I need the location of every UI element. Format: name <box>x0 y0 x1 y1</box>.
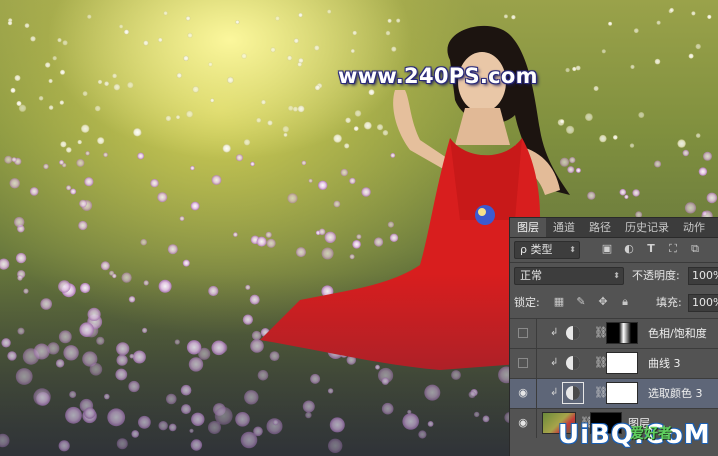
shape-icon[interactable]: ⛶ <box>666 242 680 256</box>
clip-arrow-icon: ↲ <box>550 327 559 338</box>
layer-name[interactable]: 色相/饱和度 <box>648 319 707 348</box>
clip-arrow-icon: ↲ <box>550 357 559 368</box>
layer-mask-thumbnail[interactable] <box>606 352 638 374</box>
lock-all-icon[interactable]: 🔒︎ <box>618 295 632 309</box>
lock-move-icon[interactable]: ✥ <box>596 295 610 309</box>
chevron-down-icon: ⬍ <box>613 271 620 280</box>
eye-icon[interactable]: ◉ <box>517 417 529 429</box>
opacity-label: 不透明度: <box>632 269 680 282</box>
tab-layers[interactable]: 图层 <box>510 218 546 237</box>
tab-channels[interactable]: 通道 <box>546 218 582 237</box>
visibility-cell[interactable] <box>510 349 537 378</box>
panel-tabs: 图层 通道 路径 历史记录 动作 <box>510 218 718 238</box>
eye-icon[interactable]: ◉ <box>517 387 529 399</box>
tab-actions[interactable]: 动作 <box>676 218 712 237</box>
blend-mode-value: 正常 <box>520 269 542 282</box>
lock-row: 锁定: ▦ ✎ ✥ 🔒︎ 填充: 100% <box>510 294 718 314</box>
visibility-off-box[interactable] <box>518 328 528 338</box>
blend-row: 正常 ⬍ 不透明度: 100% <box>510 265 718 287</box>
layer-row-selective-color[interactable]: ◉ ↲ ⛓ 选取颜色 3 <box>510 378 718 408</box>
blend-mode-select[interactable]: 正常 ⬍ <box>514 267 624 285</box>
tab-history[interactable]: 历史记录 <box>618 218 676 237</box>
uibq-watermark-sub: 爱好者 <box>630 426 672 442</box>
adjustment-icon[interactable]: ◐ <box>622 242 636 256</box>
visibility-cell[interactable]: ◉ <box>510 409 537 438</box>
layer-name[interactable]: 选取颜色 3 <box>648 379 703 408</box>
layer-mask-thumbnail[interactable] <box>606 322 638 344</box>
layer-filter-select[interactable]: ρ 类型 ⬍ <box>514 241 580 259</box>
type-icon[interactable]: T <box>644 242 658 256</box>
lock-transparent-icon[interactable]: ▦ <box>552 295 566 309</box>
visibility-cell[interactable]: ◉ <box>510 379 537 408</box>
adjustment-layer-icon <box>566 356 580 370</box>
clip-arrow-icon: ↲ <box>550 387 559 398</box>
adjustment-layer-icon <box>562 382 584 404</box>
filter-row: ρ 类型 ⬍ ▣ ◐ T ⛶ ⧉ <box>510 239 718 261</box>
filter-select-label: ρ 类型 <box>520 243 553 256</box>
image-icon[interactable]: ▣ <box>600 242 614 256</box>
opacity-input[interactable]: 100% <box>688 267 718 285</box>
lock-label: 锁定: <box>514 296 540 309</box>
visibility-cell[interactable] <box>510 319 537 348</box>
lock-brush-icon[interactable]: ✎ <box>574 295 588 309</box>
layer-row-hue-saturation[interactable]: ↲ ⛓ 色相/饱和度 <box>510 318 718 348</box>
fill-input[interactable]: 100% <box>688 294 718 312</box>
divider <box>510 262 718 263</box>
layer-row-curves[interactable]: ↲ ⛓ 曲线 3 <box>510 348 718 378</box>
layer-name[interactable]: 曲线 3 <box>648 349 681 378</box>
chevron-down-icon: ⬍ <box>569 245 576 254</box>
layer-mask-thumbnail[interactable] <box>606 382 638 404</box>
fill-label: 填充: <box>656 296 682 309</box>
tab-paths[interactable]: 路径 <box>582 218 618 237</box>
site-watermark: www.240PS.com <box>338 64 538 88</box>
adjustment-layer-icon <box>566 326 580 340</box>
visibility-off-box[interactable] <box>518 358 528 368</box>
smart-object-icon[interactable]: ⧉ <box>688 242 702 256</box>
